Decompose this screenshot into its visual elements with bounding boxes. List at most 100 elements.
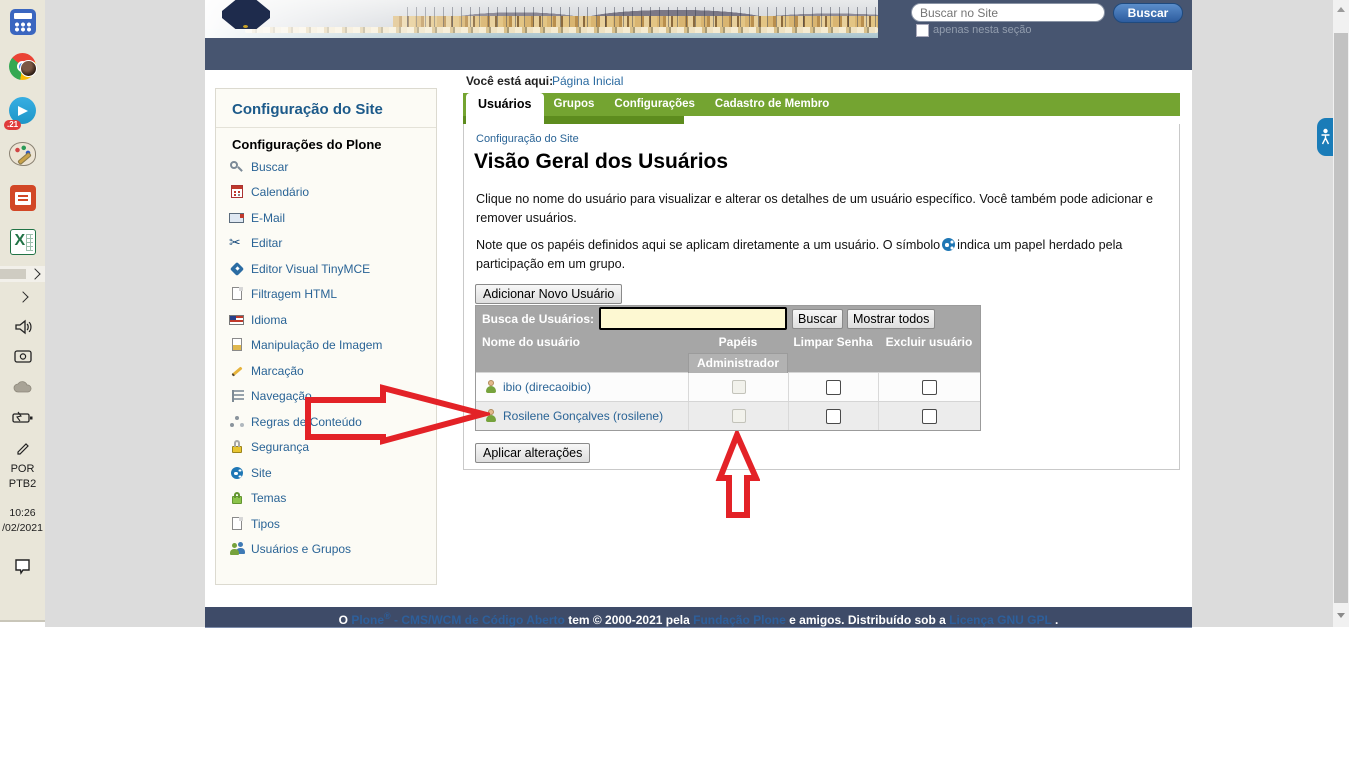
sidebar-item-seguranca[interactable]: Segurança [216,435,436,461]
flag-icon [229,312,245,328]
taskbar-item-telegram[interactable]: .21 [0,88,45,132]
breadcrumb-label: Você está aqui: [466,70,553,93]
sidebar-item-usuarios-grupos[interactable]: Usuários e Grupos [216,537,436,563]
users-icon [229,541,245,557]
tray-battery[interactable] [0,402,45,432]
sidebar-item-editar[interactable]: Editar [216,231,436,257]
vertical-scrollbar[interactable] [1333,0,1349,627]
cloud-icon [12,380,34,394]
mini-scrollbar-arrow-icon[interactable] [29,268,40,279]
sidebar-item-label: Tipos [251,517,280,531]
intro-paragraph: Clique no nome do usuário para visualiza… [476,190,1170,228]
scrollbar-thumb[interactable] [1334,33,1348,603]
sidebar-item-filtragem-html[interactable]: Filtragem HTML [216,282,436,308]
taskbar-item-chrome[interactable] [0,44,45,88]
excel-icon [10,229,36,255]
tray-volume[interactable] [0,312,45,342]
site-footer: O Plone® - CMS/WCM de Código Aberto tem … [205,607,1192,628]
scrollbar-up-arrow-icon[interactable] [1337,7,1345,12]
sidebar-item-temas[interactable]: Temas [216,486,436,512]
admin-role-checkbox[interactable] [732,409,746,423]
note-paragraph: Note que os papéis definidos aqui se apl… [476,236,1170,274]
sidebar-item-manipulacao-imagem[interactable]: Manipulação de Imagem [216,333,436,359]
footer-link-cms[interactable]: - CMS/WCM de Código Aberto [391,613,565,627]
sidebar-item-label: Site [251,466,272,480]
tray-clock[interactable]: 10:26 /02/2021 [0,506,45,536]
sidebar-item-calendario[interactable]: Calendário [216,180,436,206]
sidebar-item-label: Manipulação de Imagem [251,338,382,352]
user-search-label: Busca de Usuários: [482,312,594,326]
sidebar-item-label: Buscar [251,160,288,174]
plone-site-page: Buscar apenas nesta seção Você está aqui… [205,0,1192,627]
tray-pen[interactable] [0,432,45,462]
sidebar-item-site[interactable]: Site [216,460,436,486]
main-content-panel: Configuração do Site Visão Geral dos Usu… [463,124,1180,470]
sidebar-item-label: Regras de Conteúdo [251,415,362,429]
tray-language-indicator[interactable]: POR PTB2 [0,462,45,492]
reset-password-checkbox[interactable] [826,409,841,424]
user-link-ibio[interactable]: ibio (direcaoibio) [503,380,591,394]
screen: .21 POR PTB2 10:26 /02/2021 [0,0,1366,768]
sidebar-item-idioma[interactable]: Idioma [216,307,436,333]
sidebar-item-label: Editor Visual TinyMCE [251,262,370,276]
tab-configuracoes[interactable]: Configurações [604,93,705,116]
show-all-users-button[interactable]: Mostrar todos [847,309,935,329]
delete-user-checkbox[interactable] [922,409,937,424]
footer-link-gnu-gpl[interactable]: Licença GNU GPL [949,613,1051,627]
footer-text: tem © 2000-2021 pela [565,613,693,627]
user-icon [484,409,498,423]
tab-cadastro-membro[interactable]: Cadastro de Membro [705,93,839,116]
taskbar-item-calculator[interactable] [0,0,45,44]
sidebar-item-label: Editar [251,236,282,250]
sidebar-item-email[interactable]: E-Mail [216,205,436,231]
taskbar-item-powerpoint[interactable] [0,176,45,220]
accessibility-widget-button[interactable] [1317,118,1334,156]
sidebar-item-navegacao[interactable]: Navegação [216,384,436,410]
taskbar-item-excel[interactable] [0,220,45,264]
pencil-icon [229,363,245,379]
footer-text: O [339,613,352,627]
add-new-user-button[interactable]: Adicionar Novo Usuário [475,284,622,304]
apply-changes-button[interactable]: Aplicar alterações [475,443,590,463]
taskbar-mini-scrollbar[interactable] [0,266,45,282]
sidebar-item-buscar[interactable]: Buscar [216,154,436,180]
tray-onedrive[interactable] [0,372,45,402]
tray-notification-center[interactable] [0,544,45,588]
user-search-input[interactable] [599,307,787,330]
sidebar-item-regras-conteudo[interactable]: Regras de Conteúdo [216,409,436,435]
user-link-rosilene[interactable]: Rosilene Gonçalves (rosilene) [503,409,663,423]
section-tabs: Usuários Grupos Configurações Cadastro d… [463,93,1180,124]
page-title: Visão Geral dos Usuários [474,150,728,174]
sidebar-item-tinymce[interactable]: Editor Visual TinyMCE [216,256,436,282]
mail-icon [229,210,245,226]
footer-link-plone[interactable]: Plone [351,613,384,627]
breadcrumb-home-link[interactable]: Página Inicial [552,70,623,93]
tab-usuarios[interactable]: Usuários [466,93,544,124]
sidebar-item-label: Navegação [251,389,312,403]
footer-link-fundacao-plone[interactable]: Fundação Plone [693,613,786,627]
content-crumb-link[interactable]: Configuração do Site [476,133,579,145]
tab-grupos[interactable]: Grupos [544,93,605,116]
tray-hidden-icons-chevron[interactable] [0,282,45,312]
sidebar-item-marcacao[interactable]: Marcação [216,358,436,384]
site-search-button[interactable]: Buscar [1113,3,1183,23]
only-this-section-checkbox[interactable] [916,24,929,37]
footer-registered-mark: ® [384,611,391,621]
navigation-icon [229,388,245,404]
tinymce-icon [229,261,245,277]
sidebar-item-tipos[interactable]: Tipos [216,511,436,537]
delete-user-checkbox[interactable] [922,380,937,395]
language-line2: PTB2 [0,477,45,492]
mini-scrollbar-thumb[interactable] [0,269,26,279]
powerpoint-icon [10,185,36,211]
user-search-button[interactable]: Buscar [792,309,843,329]
taskbar-item-paint[interactable] [0,132,45,176]
notification-icon [13,557,33,575]
footer-text: . [1052,613,1059,627]
admin-role-checkbox[interactable] [732,380,746,394]
pen-icon [14,438,32,456]
tray-cast-display[interactable] [0,342,45,372]
reset-password-checkbox[interactable] [826,380,841,395]
scrollbar-down-arrow-icon[interactable] [1337,613,1345,618]
site-search-input[interactable] [911,3,1105,22]
